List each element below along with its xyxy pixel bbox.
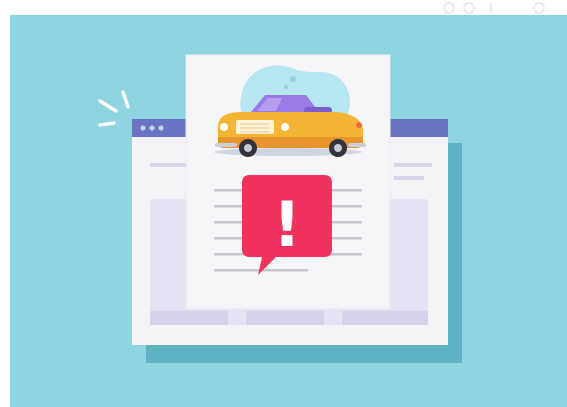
- watermark-logo: [429, 0, 559, 14]
- window-dots-icon: [140, 125, 164, 131]
- sparkle-lines-icon: [98, 90, 130, 127]
- alert-symbol: !: [273, 188, 301, 261]
- illustration-canvas: !: [10, 15, 567, 407]
